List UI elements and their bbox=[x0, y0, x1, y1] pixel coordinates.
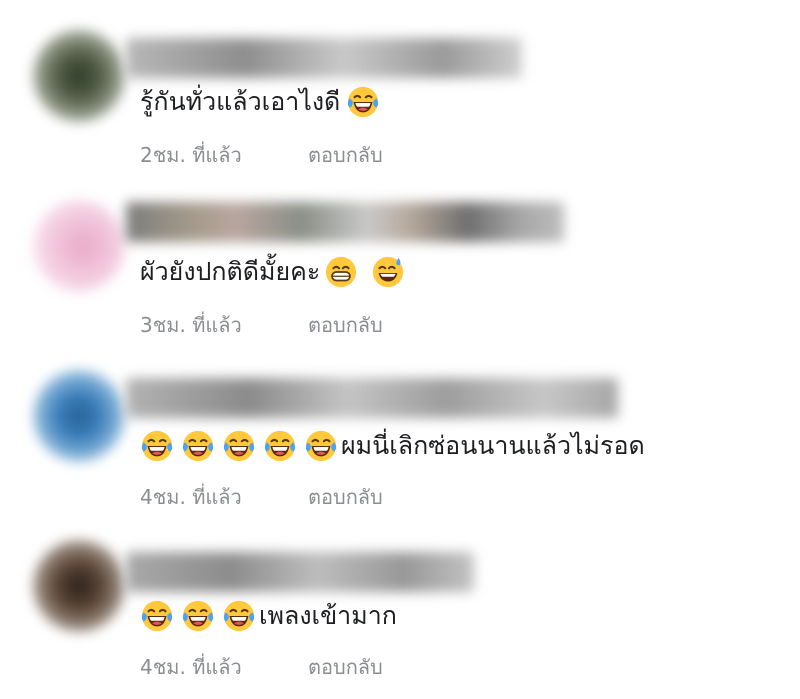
comment-text-row: เพลงเข้ามาก bbox=[140, 596, 397, 636]
comment-text: ผัวยังปกติดีมั้ยคะ bbox=[140, 257, 321, 286]
avatar[interactable] bbox=[33, 30, 125, 122]
laughing-tears-emoji bbox=[222, 599, 256, 633]
comment-timestamp[interactable]: 2ชม. ที่แล้ว bbox=[140, 139, 308, 171]
laughing-tears-emoji bbox=[181, 429, 215, 463]
comment-text-row: ผมนี่เลิกซ่อนนานแล้วไม่รอด bbox=[140, 426, 645, 466]
laughing-tears-emoji bbox=[181, 599, 215, 633]
reply-link[interactable]: ตอบกลับ bbox=[308, 139, 383, 171]
comment-text: เพลงเข้ามาก bbox=[259, 601, 397, 630]
comment-text-row: ผัวยังปกติดีมั้ยคะ bbox=[140, 252, 412, 292]
laughing-tears-emoji bbox=[346, 85, 380, 119]
comment-meta: 3ชม. ที่แล้ว ตอบกลับ bbox=[140, 310, 383, 340]
comment-item: รู้กันทั่วแล้วเอาไงดี 2ชม. ที่แล้ว ตอบกล… bbox=[0, 0, 800, 170]
reply-link[interactable]: ตอบกลับ bbox=[308, 309, 383, 341]
comment-meta: 4ชม. ที่แล้ว ตอบกลับ bbox=[140, 652, 383, 682]
grinning-emoji bbox=[324, 255, 358, 289]
avatar[interactable] bbox=[33, 200, 125, 292]
comment-item: เพลงเข้ามาก 4ชม. ที่แล้ว ตอบกลับ bbox=[0, 512, 800, 682]
comment-item: ผมนี่เลิกซ่อนนานแล้วไม่รอด 4ชม. ที่แล้ว … bbox=[0, 342, 800, 512]
avatar[interactable] bbox=[33, 540, 125, 632]
laughing-tears-emoji bbox=[304, 429, 338, 463]
comment-text: ผมนี่เลิกซ่อนนานแล้วไม่รอด bbox=[341, 431, 645, 460]
avatar[interactable] bbox=[33, 370, 125, 462]
comment-meta: 2ชม. ที่แล้ว ตอบกลับ bbox=[140, 140, 383, 170]
commenter-name-redacted[interactable] bbox=[126, 378, 618, 418]
comment-text: รู้กันทั่วแล้วเอาไงดี bbox=[140, 87, 341, 116]
laughing-tears-emoji bbox=[140, 429, 174, 463]
reply-link[interactable]: ตอบกลับ bbox=[308, 481, 383, 513]
laughing-tears-emoji bbox=[222, 429, 256, 463]
comment-text-row: รู้กันทั่วแล้วเอาไงดี bbox=[140, 82, 387, 122]
comment-timestamp[interactable]: 3ชม. ที่แล้ว bbox=[140, 309, 308, 341]
reply-link[interactable]: ตอบกลับ bbox=[308, 651, 383, 683]
comment-timestamp[interactable]: 4ชม. ที่แล้ว bbox=[140, 481, 308, 513]
comment-timestamp[interactable]: 4ชม. ที่แล้ว bbox=[140, 651, 308, 683]
laughing-tears-emoji bbox=[140, 599, 174, 633]
sweat-smile-emoji bbox=[371, 255, 405, 289]
commenter-name-redacted[interactable] bbox=[126, 202, 564, 242]
comment-item: ผัวยังปกติดีมั้ยคะ 3ชม. ที่แล้ว ตอบกลับ bbox=[0, 170, 800, 340]
commenter-name-redacted[interactable] bbox=[126, 38, 522, 78]
comment-meta: 4ชม. ที่แล้ว ตอบกลับ bbox=[140, 482, 383, 512]
laughing-tears-emoji bbox=[263, 429, 297, 463]
commenter-name-redacted[interactable] bbox=[126, 552, 474, 592]
